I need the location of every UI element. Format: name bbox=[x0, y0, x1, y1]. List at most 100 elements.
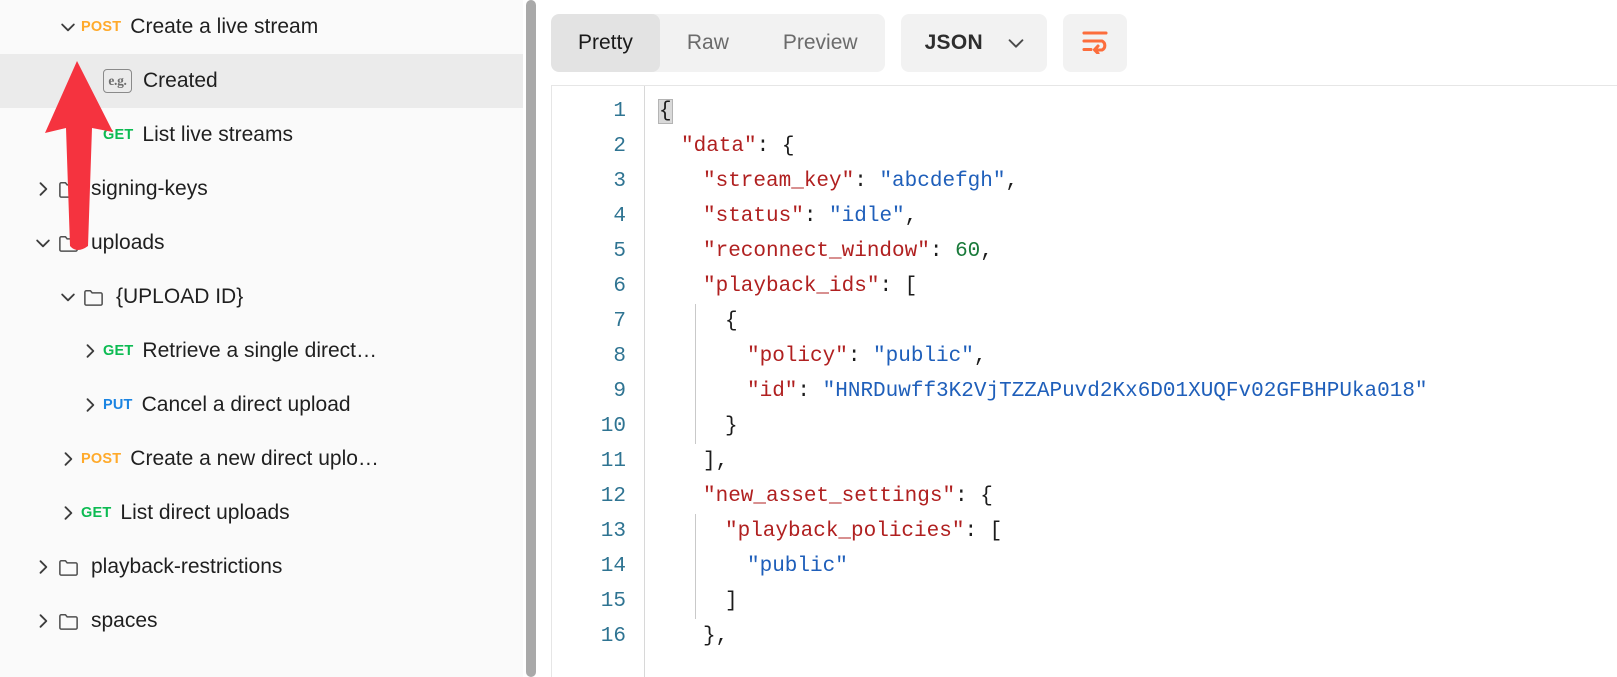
code-line: "playback_ids": [ bbox=[645, 269, 1617, 304]
caret-placeholder bbox=[77, 68, 103, 94]
chevron-right-icon[interactable] bbox=[77, 338, 103, 364]
tree-item-created[interactable]: e.g.Created bbox=[0, 54, 541, 108]
indent-guide bbox=[695, 304, 696, 444]
code-line: "status": "idle", bbox=[645, 199, 1617, 234]
tree-item-playback-restrictions[interactable]: playback-restrictions bbox=[0, 540, 541, 594]
code-line: "data": { bbox=[645, 129, 1617, 164]
line-number: 15 bbox=[552, 584, 644, 619]
token-pun: : [ bbox=[879, 275, 917, 298]
token-str: "public" bbox=[747, 555, 848, 578]
chevron-right-icon[interactable] bbox=[30, 176, 56, 202]
line-number: 16 bbox=[552, 619, 644, 654]
token-key: "status" bbox=[703, 205, 804, 228]
token-key: "stream_key" bbox=[703, 170, 854, 193]
chevron-right-icon[interactable] bbox=[55, 500, 81, 526]
token-pun: : [ bbox=[964, 520, 1002, 543]
tree-item-list-direct-uploads[interactable]: GETList direct uploads bbox=[0, 486, 541, 540]
tree-item-label: {UPLOAD ID} bbox=[116, 285, 243, 309]
line-number: 2 bbox=[552, 129, 644, 164]
tree-item-signing-keys[interactable]: signing-keys bbox=[0, 162, 541, 216]
code-line: ], bbox=[645, 444, 1617, 479]
response-format-value: JSON bbox=[925, 31, 983, 55]
chevron-right-icon[interactable] bbox=[77, 392, 103, 418]
chevron-right-icon[interactable] bbox=[30, 554, 56, 580]
code-line: { bbox=[645, 94, 1617, 129]
example-badge-icon: e.g. bbox=[103, 69, 132, 93]
token-num: 60 bbox=[955, 240, 980, 263]
token-key: "reconnect_window" bbox=[703, 240, 930, 263]
line-number: 10 bbox=[552, 409, 644, 444]
code-line: "public" bbox=[645, 549, 1617, 584]
folder-icon bbox=[81, 285, 105, 309]
tree-item-uploads[interactable]: uploads bbox=[0, 216, 541, 270]
line-number-gutter: 12345678910111213141516 bbox=[552, 86, 644, 677]
folder-icon bbox=[56, 231, 80, 255]
line-number: 13 bbox=[552, 514, 644, 549]
tree-item-upload-id[interactable]: {UPLOAD ID} bbox=[0, 270, 541, 324]
tree-item-cancel-a-direct-upload[interactable]: PUT Cancel a direct upload bbox=[0, 378, 541, 432]
token-str: "HNRDuwff3K2VjTZZAPuvd2Kx6D01XUQFv02GFBH… bbox=[823, 380, 1428, 403]
collection-sidebar[interactable]: POSTCreate a live streame.g.CreatedGETLi… bbox=[0, 0, 541, 677]
wrap-text-icon bbox=[1080, 28, 1110, 57]
folder-icon bbox=[56, 555, 80, 579]
token-pun: , bbox=[905, 205, 918, 228]
token-pun: { bbox=[659, 100, 672, 123]
tab-raw[interactable]: Raw bbox=[660, 14, 756, 72]
tree-item-list-live-streams[interactable]: GETList live streams bbox=[0, 108, 541, 162]
token-key: "playback_ids" bbox=[703, 275, 879, 298]
code-content[interactable]: {"data": {"stream_key": "abcdefgh","stat… bbox=[644, 86, 1617, 677]
tree-item-spaces[interactable]: spaces bbox=[0, 594, 541, 648]
tree-item-label: spaces bbox=[91, 609, 158, 633]
sidebar-scrollbar-track[interactable] bbox=[523, 0, 541, 677]
token-str: "idle" bbox=[829, 205, 905, 228]
caret-placeholder bbox=[77, 122, 103, 148]
http-method-label: PUT bbox=[103, 397, 133, 413]
tab-pretty[interactable]: Pretty bbox=[551, 14, 660, 72]
line-number: 11 bbox=[552, 444, 644, 479]
token-pun: } bbox=[725, 415, 738, 438]
tree-item-create-a-live-stream[interactable]: POST Create a live stream bbox=[0, 0, 541, 54]
token-pun: : { bbox=[757, 135, 795, 158]
collection-tree[interactable]: POSTCreate a live streame.g.CreatedGETLi… bbox=[0, 0, 541, 648]
token-pun: , bbox=[980, 240, 993, 263]
token-key: "new_asset_settings" bbox=[703, 485, 955, 508]
response-body-editor[interactable]: 12345678910111213141516 {"data": {"strea… bbox=[551, 85, 1617, 677]
wrap-text-button[interactable] bbox=[1063, 14, 1127, 72]
code-line: } bbox=[645, 409, 1617, 444]
line-number: 1 bbox=[552, 94, 644, 129]
sidebar-scrollbar-thumb[interactable] bbox=[526, 0, 536, 677]
token-pun: : bbox=[797, 380, 822, 403]
tree-item-retrieve-a-single-direct[interactable]: GETRetrieve a single direct… bbox=[0, 324, 541, 378]
tab-preview[interactable]: Preview bbox=[756, 14, 885, 72]
chevron-down-icon[interactable] bbox=[55, 284, 81, 310]
chevron-down-icon[interactable] bbox=[55, 14, 81, 40]
code-line: "id": "HNRDuwff3K2VjTZZAPuvd2Kx6D01XUQFv… bbox=[645, 374, 1617, 409]
token-pun: ] bbox=[725, 590, 738, 613]
token-str: "abcdefgh" bbox=[879, 170, 1005, 193]
code-line: "playback_policies": [ bbox=[645, 514, 1617, 549]
tree-item-label: Create a new direct uplo… bbox=[130, 447, 379, 471]
response-view-tabs[interactable]: PrettyRawPreview bbox=[551, 14, 885, 72]
tree-item-label: Cancel a direct upload bbox=[142, 393, 351, 417]
response-toolbar: PrettyRawPreview JSON bbox=[541, 0, 1617, 85]
tree-item-create-a-new-direct-uplo[interactable]: POSTCreate a new direct uplo… bbox=[0, 432, 541, 486]
response-format-select[interactable]: JSON bbox=[901, 14, 1047, 72]
chevron-right-icon[interactable] bbox=[30, 608, 56, 634]
tree-item-label: List live streams bbox=[142, 123, 293, 147]
token-pun: , bbox=[1005, 170, 1018, 193]
tree-item-label: Create a live stream bbox=[130, 15, 318, 39]
token-pun: : bbox=[930, 240, 955, 263]
tree-item-label: playback-restrictions bbox=[91, 555, 282, 579]
tree-item-label: List direct uploads bbox=[120, 501, 289, 525]
folder-icon bbox=[56, 177, 80, 201]
chevron-right-icon[interactable] bbox=[55, 446, 81, 472]
code-line: "policy": "public", bbox=[645, 339, 1617, 374]
response-panel: PrettyRawPreview JSON bbox=[541, 0, 1617, 677]
chevron-down-icon[interactable] bbox=[30, 230, 56, 256]
chevron-down-icon bbox=[1005, 32, 1027, 54]
token-str: "public" bbox=[873, 345, 974, 368]
line-number: 12 bbox=[552, 479, 644, 514]
token-pun: { bbox=[725, 310, 738, 333]
http-method-label: POST bbox=[81, 19, 121, 35]
line-number: 7 bbox=[552, 304, 644, 339]
